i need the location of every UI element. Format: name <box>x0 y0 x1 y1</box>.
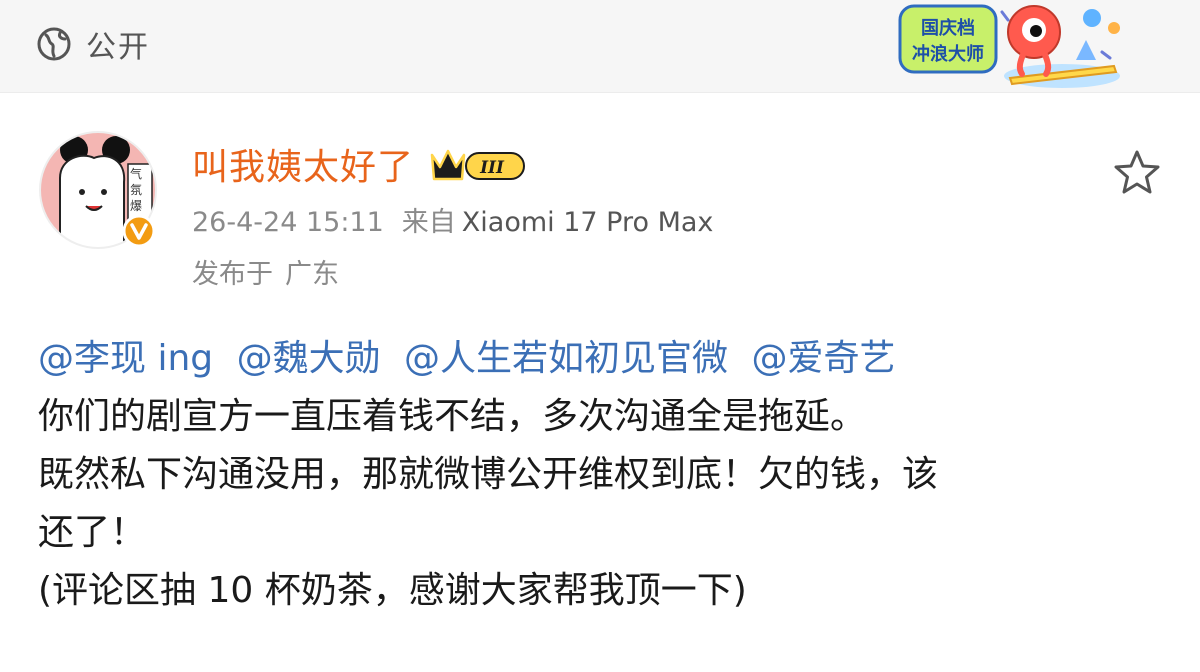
member-level-badge[interactable]: III <box>426 141 530 187</box>
post-location: 发布于 广东 <box>192 252 339 291</box>
mascot-illustration <box>1000 5 1120 88</box>
post-text-line: 既然私下沟通没用，那就微博公开维权到底！欠的钱，该 <box>38 454 939 495</box>
mentions-line: @李现 ing @魏大勋 @人生若如初见官微 @爱奇艺 <box>38 330 1168 388</box>
mention-link[interactable]: @爱奇艺 <box>752 338 896 379</box>
source-prefix: 来自 <box>401 207 456 238</box>
star-outline-icon[interactable] <box>1112 148 1162 198</box>
post-text-line: 还了！ <box>38 512 147 553</box>
verified-v-icon <box>122 214 156 248</box>
post-text-line: 你们的剧宣方一直压着钱不结，多次沟通全是拖延。 <box>38 396 867 437</box>
visibility-label: 公开 <box>86 30 150 65</box>
promo-line2: 冲浪大师 <box>912 43 984 65</box>
mention-link[interactable]: @李现 ing <box>38 338 213 379</box>
mention-link[interactable]: @魏大勋 <box>237 338 381 379</box>
avatar-caption: 气氛爆 <box>130 167 143 213</box>
location-prefix: 发布于 <box>192 259 273 290</box>
member-level-text: III <box>479 158 505 178</box>
mention-link[interactable]: @人生若如初见官微 <box>404 338 728 379</box>
source-device: Xiaomi 17 Pro Max <box>461 207 714 238</box>
author-name[interactable]: 叫我姨太好了 <box>192 138 414 190</box>
national-day-promo-badge[interactable]: 国庆档 冲浪大师 <box>892 0 1124 92</box>
post-meta: 26-4-24 15:11 来自 Xiaomi 17 Pro Max <box>192 200 713 239</box>
weibo-post-screen: 公开 国庆档 冲浪大师 气氛爆 叫我姨太好了 III 26-4-24 15:11… <box>0 0 1200 672</box>
promo-line1: 国庆档 <box>921 17 975 39</box>
location-value: 广东 <box>285 259 339 290</box>
visibility-indicator[interactable]: 公开 <box>36 24 150 65</box>
post-text-line: (评论区抽 10 杯奶茶，感谢大家帮我顶一下) <box>38 570 747 611</box>
top-bar: 公开 国庆档 冲浪大师 <box>0 0 1200 93</box>
globe-icon <box>37 27 71 61</box>
post-body: @李现 ing @魏大勋 @人生若如初见官微 @爱奇艺 你们的剧宣方一直压着钱不… <box>38 330 1168 620</box>
author-row: 叫我姨太好了 III <box>192 138 530 190</box>
post-timestamp: 26-4-24 15:11 <box>192 207 384 238</box>
